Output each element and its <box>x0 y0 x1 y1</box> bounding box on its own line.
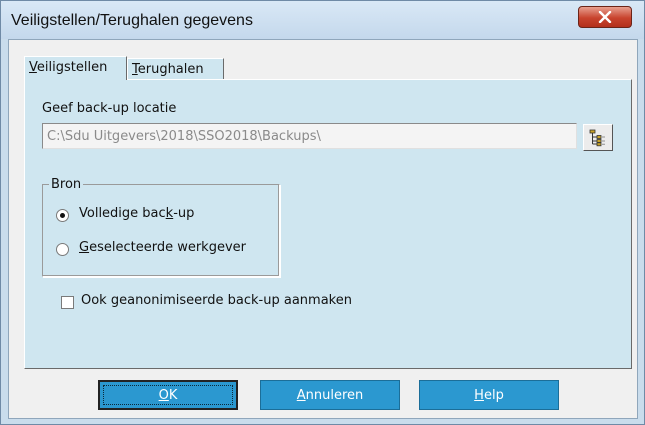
tab-veiligstellen[interactable]: Veiligstellen <box>24 56 127 80</box>
ok-button[interactable]: OK <box>98 380 238 410</box>
tab-veiligstellen-mnemonic: V <box>29 60 37 75</box>
source-groupbox <box>42 184 280 277</box>
radio-full-backup-label-post: -up <box>173 206 195 221</box>
help-button[interactable]: Help <box>419 380 559 410</box>
radio-full-backup[interactable] <box>56 209 69 222</box>
anonymize-label[interactable]: Ook geanonimiseerde back-up aanmaken <box>81 293 352 308</box>
title-bar[interactable]: Veiligstellen/Terughalen gegevens <box>1 1 644 39</box>
backup-location-label: Geef back-up locatie <box>42 101 177 116</box>
folder-tree-icon <box>589 129 605 146</box>
close-icon <box>598 11 612 23</box>
backup-path-field[interactable] <box>42 123 577 149</box>
help-button-label: elp <box>483 387 504 403</box>
radio-full-backup-label[interactable]: Volledige back-up <box>79 206 194 221</box>
tab-veiligstellen-label: eiligstellen <box>36 60 108 75</box>
cancel-button[interactable]: Annuleren <box>260 380 400 410</box>
cancel-button-label: nnuleren <box>305 387 364 403</box>
close-button[interactable] <box>578 6 632 28</box>
cancel-button-mnemonic: A <box>296 387 306 403</box>
dialog-window: Veiligstellen/Terughalen gegevens Veilig… <box>0 0 645 425</box>
window-title: Veiligstellen/Terughalen gegevens <box>11 12 253 29</box>
tab-terughalen-label: erughalen <box>137 62 204 77</box>
browse-button[interactable] <box>583 124 613 151</box>
radio-selected-employer-mnemonic: G <box>79 240 90 255</box>
radio-selected-employer-label[interactable]: Geselecteerde werkgever <box>79 240 246 255</box>
tab-terughalen[interactable]: Terughalen <box>127 58 224 80</box>
source-group-label: Bron <box>49 177 84 192</box>
radio-selected-employer-label-post: eselecteerde werkgever <box>89 240 246 255</box>
ok-button-focus-ring <box>103 385 233 405</box>
radio-full-backup-label-pre: Volledige bac <box>79 206 166 221</box>
help-button-mnemonic: H <box>474 387 484 403</box>
radio-selected-employer[interactable] <box>56 243 69 256</box>
anonymize-checkbox[interactable] <box>61 296 74 309</box>
client-area: Veiligstellen Terughalen Geef back-up lo… <box>8 39 638 419</box>
